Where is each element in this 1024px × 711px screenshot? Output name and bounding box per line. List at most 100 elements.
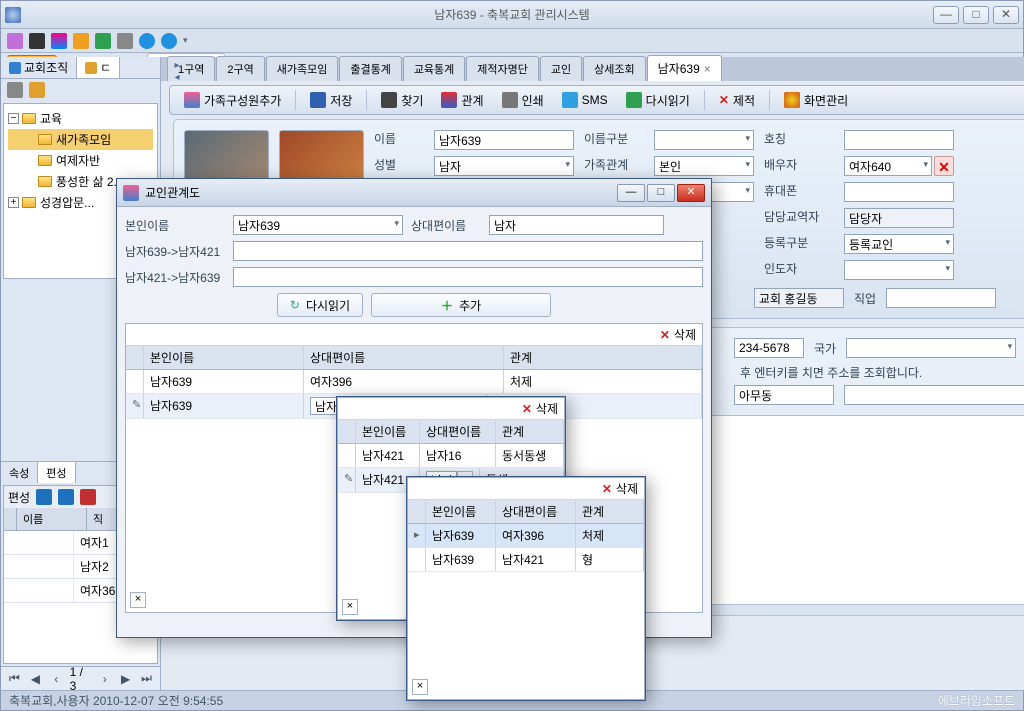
- pager: ⏮ ◀ ‹ 1 / 3 › ▶ ⏭: [1, 666, 160, 690]
- doc-nav-left[interactable]: ◂: [169, 73, 185, 85]
- reload-button[interactable]: 다시읽기: [618, 89, 698, 112]
- address-input[interactable]: [844, 385, 1024, 405]
- print-button[interactable]: 인쇄: [494, 89, 552, 112]
- grid3-row[interactable]: 남자639 여자396 처제: [408, 524, 644, 548]
- pencil-icon: [126, 394, 144, 418]
- path2-input[interactable]: [233, 267, 703, 287]
- doc-tab[interactable]: 2구역: [216, 56, 264, 81]
- qa-dropdown-icon[interactable]: ▾: [183, 35, 188, 46]
- doc-tab[interactable]: 교인: [540, 56, 582, 81]
- name-input[interactable]: [434, 130, 574, 150]
- phone-input[interactable]: [734, 338, 804, 358]
- qa-icon-binoculars[interactable]: [29, 33, 45, 49]
- qa-icon-help[interactable]: [161, 33, 177, 49]
- attr-tab-prop[interactable]: 속성: [1, 462, 38, 483]
- tree-item-1[interactable]: 새가족모임: [8, 129, 153, 150]
- qa-icon-1[interactable]: [7, 33, 23, 49]
- tree-item-2[interactable]: 여제자반: [8, 150, 153, 171]
- plus-icon: ＋: [441, 297, 453, 314]
- pager-back[interactable]: ‹: [49, 672, 64, 686]
- spouse-clear-button[interactable]: ✕: [934, 156, 954, 176]
- tree-root[interactable]: −교육: [8, 108, 153, 129]
- doc-tab[interactable]: 제적자명단: [466, 56, 539, 81]
- close-tab-icon[interactable]: ×: [704, 62, 711, 76]
- save-button[interactable]: 저장: [302, 89, 360, 112]
- other-name-input[interactable]: [489, 215, 664, 235]
- pager-next[interactable]: ▶: [118, 672, 133, 686]
- relation-icon: [123, 185, 139, 201]
- title-label: 호칭: [764, 130, 834, 150]
- doc-tab[interactable]: 출결통계: [339, 56, 401, 81]
- grid1-col-self: 본인이름: [144, 346, 304, 369]
- dialog-close[interactable]: ✕: [677, 184, 705, 202]
- regtype-dropdown[interactable]: [844, 234, 954, 254]
- left-tab-org[interactable]: 교회조직: [1, 57, 77, 78]
- dialog-add-button[interactable]: ＋추가: [371, 293, 551, 317]
- sms-button[interactable]: SMS: [554, 89, 616, 111]
- attr-head-label: 편성: [8, 489, 30, 506]
- relation-dialog-titlebar[interactable]: 교인관계도 — □ ✕: [117, 179, 711, 207]
- mobile-input[interactable]: [844, 182, 954, 202]
- job-input[interactable]: [886, 288, 996, 308]
- grid2-delete-button[interactable]: 삭제: [536, 400, 558, 417]
- qa-icon-info[interactable]: [139, 33, 155, 49]
- sex-dropdown[interactable]: [434, 156, 574, 176]
- doc-tab[interactable]: 상세조회: [583, 56, 645, 81]
- dialog-maximize[interactable]: □: [647, 184, 675, 202]
- find-button[interactable]: 찾기: [373, 89, 431, 112]
- grid3-delete-button[interactable]: 삭제: [616, 480, 638, 497]
- window-title: 남자639 - 축복교회 관리시스템: [434, 6, 589, 23]
- left-tool-icon-1[interactable]: [7, 82, 23, 98]
- left-tab-2[interactable]: ㄷ: [77, 57, 120, 78]
- qa-icon-clock[interactable]: [73, 33, 89, 49]
- attr-tab-assign[interactable]: 편성: [38, 462, 75, 483]
- dialog-minimize[interactable]: —: [617, 184, 645, 202]
- grid1-row[interactable]: 남자639 여자396 처제: [126, 370, 702, 394]
- qa-icon-wrench[interactable]: [117, 33, 133, 49]
- grid1-delete-button[interactable]: 삭제: [674, 326, 696, 343]
- pager-first[interactable]: ⏮: [7, 671, 22, 686]
- add-family-button[interactable]: 가족구성원추가: [176, 89, 289, 112]
- country-dropdown[interactable]: [846, 338, 1016, 358]
- famrel-label: 가족관계: [584, 156, 644, 176]
- remove-button[interactable]: ✕제적: [711, 89, 763, 112]
- maximize-button[interactable]: □: [963, 6, 989, 24]
- staff-input[interactable]: [844, 208, 954, 228]
- doc-tab[interactable]: 새가족모임: [266, 56, 339, 81]
- grid2-col-other: 상대편이름: [420, 420, 496, 443]
- pager-last[interactable]: ⏭: [139, 671, 154, 686]
- doc-tab[interactable]: 교육통계: [403, 56, 465, 81]
- leader-dropdown[interactable]: [844, 260, 954, 280]
- doc-tab-active[interactable]: 남자639×: [647, 55, 722, 81]
- qa-icon-reload[interactable]: [95, 33, 111, 49]
- relation-button[interactable]: 관계: [433, 89, 491, 112]
- grid2-row[interactable]: 남자421 남자16 동서동생: [338, 444, 564, 468]
- dong-input[interactable]: [734, 385, 834, 405]
- grid3-row[interactable]: 남자639 남자421 형: [408, 548, 644, 572]
- nametype-dropdown[interactable]: [654, 130, 754, 150]
- attr-icon-1[interactable]: [36, 489, 52, 505]
- grid3-close-button[interactable]: ×: [412, 679, 428, 695]
- minimize-button[interactable]: —: [933, 6, 959, 24]
- left-tool-icon-2[interactable]: [29, 82, 45, 98]
- photo-mgmt-button[interactable]: 화면관리: [776, 89, 856, 112]
- title-input[interactable]: [844, 130, 954, 150]
- church-input[interactable]: [754, 288, 844, 308]
- attr-icon-3[interactable]: [80, 489, 96, 505]
- qa-icon-people[interactable]: [51, 33, 67, 49]
- x-icon: ✕: [719, 93, 729, 107]
- attr-icon-2[interactable]: [58, 489, 74, 505]
- grid2-close-button[interactable]: ×: [342, 599, 358, 615]
- spouse-dropdown[interactable]: [844, 156, 932, 176]
- pager-prev[interactable]: ◀: [28, 672, 43, 686]
- job-label: 직업: [854, 290, 876, 307]
- self-name-dropdown[interactable]: [233, 215, 403, 235]
- path1-input[interactable]: [233, 241, 703, 261]
- path2-label: 남자421->남자639: [125, 269, 225, 286]
- famrel-dropdown[interactable]: [654, 156, 754, 176]
- dialog-reload-button[interactable]: ↻다시읽기: [277, 293, 363, 317]
- pager-fwd[interactable]: ›: [97, 672, 112, 686]
- grid1-close-button[interactable]: ×: [130, 592, 146, 608]
- nametype-label: 이름구분: [584, 130, 644, 150]
- close-button[interactable]: ✕: [993, 6, 1019, 24]
